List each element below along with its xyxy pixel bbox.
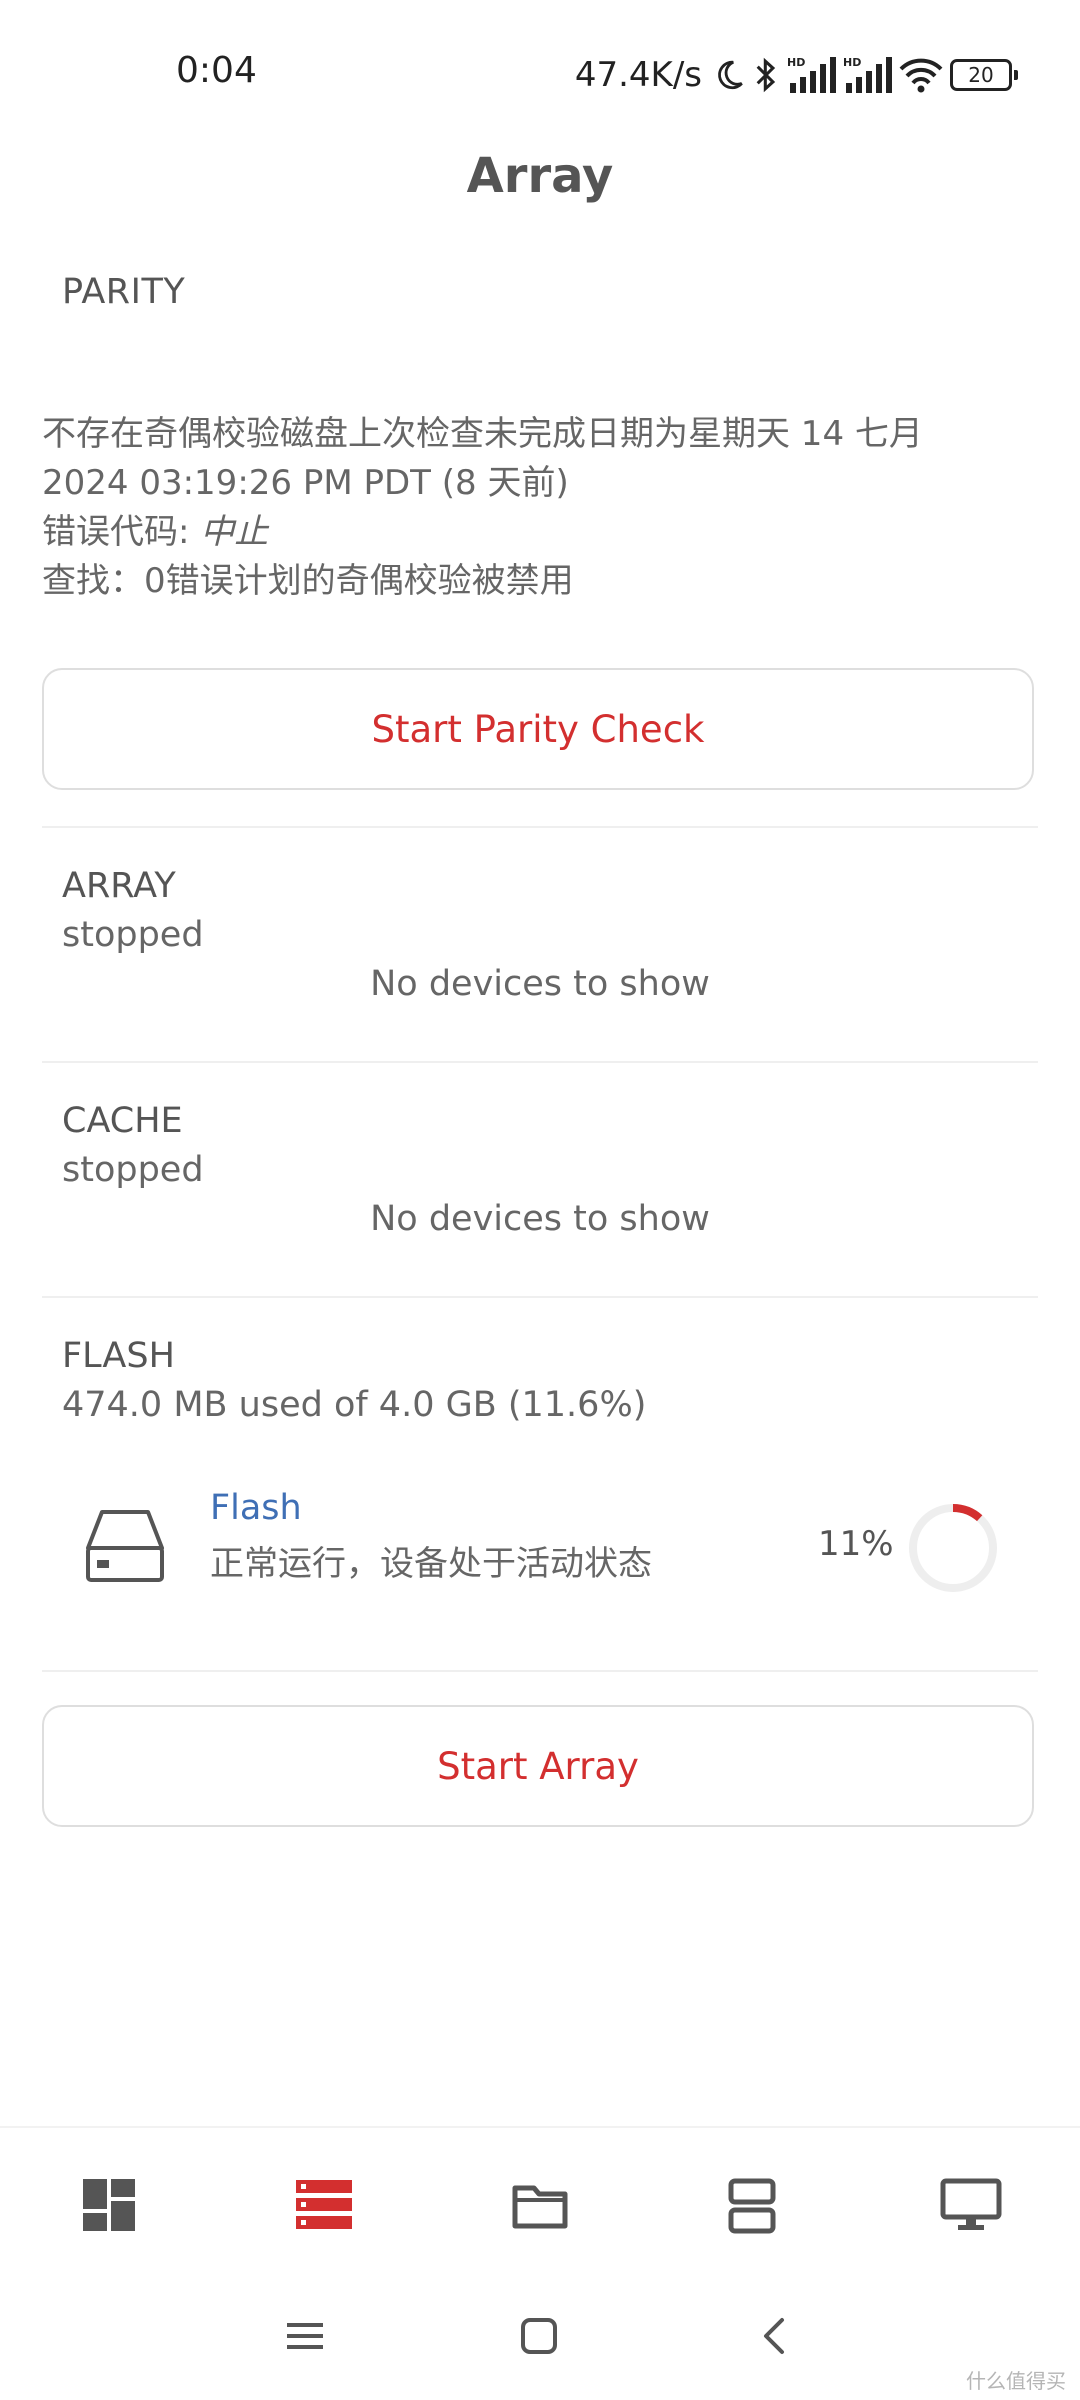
bottom-navigation — [0, 2126, 1080, 2278]
home-icon[interactable] — [519, 2316, 559, 2356]
array-icon[interactable] — [296, 2178, 352, 2232]
parity-error-line: 错误代码: 中止 — [42, 508, 1042, 557]
array-section-title: ARRAY — [62, 866, 176, 906]
parity-status-text: 不存在奇偶校验磁盘上次检查未完成日期为星期天 14 七月 2024 03:19:… — [42, 410, 1042, 606]
array-state: stopped — [62, 915, 204, 955]
signal-hd-icon-2: HD — [843, 56, 892, 93]
cache-empty-message: No devices to show — [370, 1199, 710, 1239]
flash-section-title: FLASH — [62, 1336, 175, 1376]
divider — [42, 1670, 1038, 1672]
svg-text:HD: HD — [787, 56, 805, 69]
divider — [42, 1296, 1038, 1298]
parity-line-2: 2024 03:19:26 PM PDT (8 天前) — [42, 463, 569, 503]
device-name[interactable]: Flash — [210, 1488, 302, 1528]
cache-section-title: CACHE — [62, 1101, 183, 1141]
watermark-text: 什么值得买 — [966, 2369, 1066, 2393]
divider — [42, 1061, 1038, 1063]
device-status: 正常运行，设备处于活动状态 — [210, 1544, 652, 1584]
moon-icon — [718, 60, 743, 90]
start-parity-check-button[interactable]: Start Parity Check — [42, 668, 1034, 790]
page-title: Array — [466, 148, 614, 204]
device-usage-percent: 11% — [818, 1524, 894, 1564]
flash-usage: 474.0 MB used of 4.0 GB (11.6%) — [62, 1385, 647, 1425]
back-icon[interactable] — [754, 2316, 794, 2356]
dashboard-icon[interactable] — [82, 2178, 136, 2232]
parity-line-1: 不存在奇偶校验磁盘上次检查未完成日期为星期天 14 七月 — [42, 414, 923, 454]
divider — [42, 826, 1038, 828]
parity-error-prefix: 错误代码: — [42, 512, 201, 552]
usage-ring-track — [909, 1504, 997, 1592]
array-screen: 0:04 47.4K/s HD HD 20 Array PARITY 不存在奇偶… — [0, 0, 1080, 2400]
menu-icon[interactable] — [285, 2316, 325, 2356]
status-bar: 0:04 47.4K/s HD HD 20 — [0, 0, 1080, 150]
status-icons: 47.4K/s HD HD 20 — [575, 50, 1018, 100]
system-navigation: 什么值得买 — [0, 2276, 1080, 2400]
shares-icon[interactable] — [728, 2178, 776, 2234]
flash-device-row[interactable]: Flash 正常运行，设备处于活动状态 11% — [0, 1480, 1080, 1610]
svg-text:HD: HD — [843, 56, 861, 69]
status-time: 0:04 — [176, 50, 257, 91]
folder-icon[interactable] — [512, 2178, 568, 2232]
battery-icon: 20 — [950, 59, 1018, 91]
wifi-icon — [899, 58, 943, 93]
cache-state: stopped — [62, 1150, 204, 1190]
battery-level: 20 — [950, 59, 1012, 91]
parity-line-4: 查找：0错误计划的奇偶校验被禁用 — [42, 561, 574, 601]
network-speed: 47.4K/s — [574, 55, 702, 95]
monitor-icon[interactable] — [940, 2178, 1002, 2234]
parity-error-value: 中止 — [200, 512, 269, 552]
drive-icon — [86, 1510, 164, 1582]
parity-label: PARITY — [62, 272, 186, 312]
signal-hd-icon-1: HD — [787, 56, 836, 93]
start-array-button[interactable]: Start Array — [42, 1705, 1034, 1827]
bluetooth-icon — [756, 57, 776, 93]
array-empty-message: No devices to show — [370, 964, 710, 1004]
usage-ring — [909, 1504, 997, 1592]
